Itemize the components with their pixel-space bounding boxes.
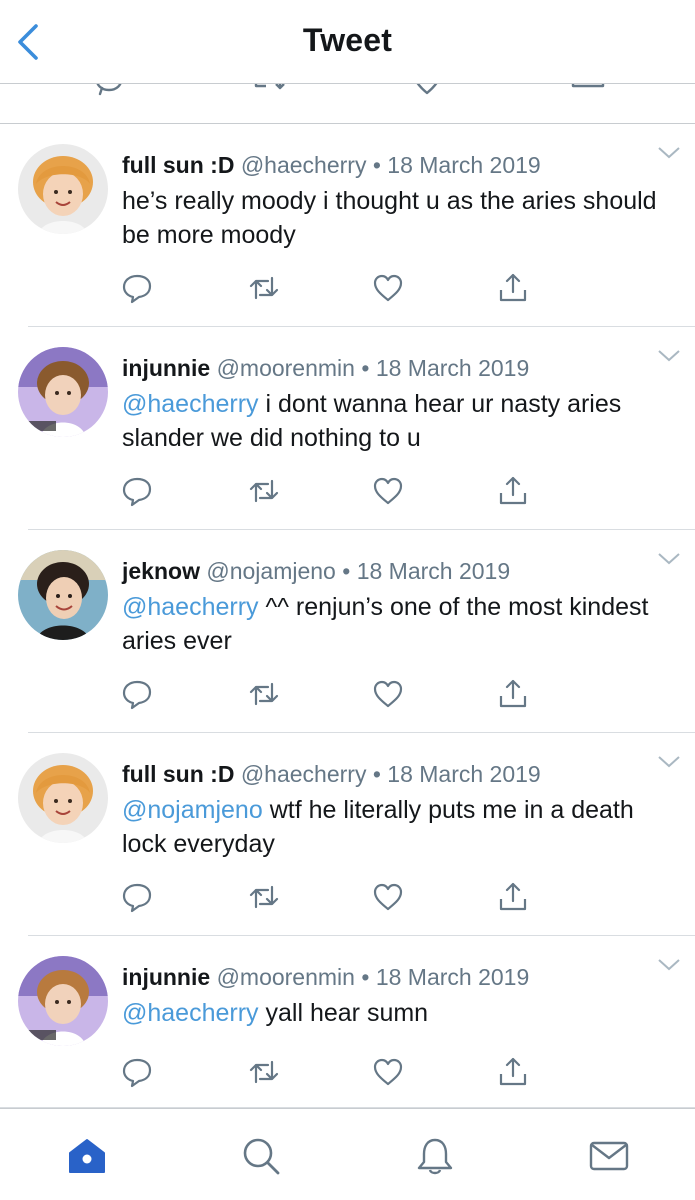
reply-icon[interactable]: [121, 1056, 153, 1088]
avatar-image: [18, 753, 108, 843]
search-icon[interactable]: [240, 1135, 282, 1177]
mention-link[interactable]: @haecherry: [122, 390, 259, 418]
username[interactable]: @moorenmin: [217, 964, 355, 990]
tweet[interactable]: jeknow @nojamjeno • 18 March 2019 @haech…: [0, 530, 695, 733]
chevron-down-icon[interactable]: [657, 755, 681, 769]
tweet[interactable]: injunnie @moorenmin • 18 March 2019 @hae…: [0, 936, 695, 1108]
tweet-header: full sun :D @haecherry • 18 March 2019: [122, 152, 541, 179]
tweet[interactable]: injunnie @moorenmin • 18 March 2019 @hae…: [0, 327, 695, 530]
reply-icon[interactable]: [121, 475, 153, 507]
separator-dot: •: [361, 964, 370, 990]
share-icon[interactable]: [497, 272, 529, 304]
username[interactable]: @haecherry: [241, 152, 367, 178]
tab-bar: [0, 1108, 695, 1200]
chevron-down-icon[interactable]: [657, 552, 681, 566]
retweet-icon[interactable]: [248, 678, 280, 710]
previous-tweet-actions: [0, 84, 695, 124]
separator-dot: •: [372, 761, 381, 787]
share-icon[interactable]: [497, 678, 529, 710]
tweet-date: 18 March 2019: [356, 558, 511, 584]
reply-icon[interactable]: [121, 272, 153, 304]
tweet-header: injunnie @moorenmin • 18 March 2019: [122, 964, 529, 991]
reply-icon[interactable]: [121, 678, 153, 710]
like-icon[interactable]: [410, 84, 444, 98]
tweet[interactable]: full sun :D @haecherry • 18 March 2019 @…: [0, 733, 695, 936]
home-icon[interactable]: [66, 1135, 108, 1177]
reply-icon[interactable]: [121, 881, 153, 913]
chevron-down-icon[interactable]: [657, 146, 681, 160]
tweet-body: yall hear sumn: [258, 999, 429, 1027]
avatar[interactable]: [18, 347, 108, 437]
tweet-body: he’s really moody i thought u as the ari…: [122, 187, 657, 249]
reply-icon[interactable]: [92, 84, 126, 100]
tweet-text: he’s really moody i thought u as the ari…: [122, 184, 667, 252]
username[interactable]: @nojamjeno: [206, 558, 335, 584]
page-title: Tweet: [302, 22, 393, 58]
avatar-image: [18, 347, 108, 437]
like-icon[interactable]: [372, 881, 404, 913]
share-icon[interactable]: [570, 84, 606, 98]
tweet[interactable]: full sun :D @haecherry • 18 March 2019 h…: [0, 124, 695, 327]
tweet-text: @haecherry ^^ renjun’s one of the most k…: [122, 590, 667, 658]
mention-link[interactable]: @haecherry: [122, 593, 259, 621]
tweet-date: 18 March 2019: [387, 152, 541, 178]
retweet-icon[interactable]: [252, 84, 290, 98]
like-icon[interactable]: [372, 475, 404, 507]
tweet-text: @haecherry i dont wanna hear ur nasty ar…: [122, 387, 667, 455]
username[interactable]: @moorenmin: [217, 355, 355, 381]
share-icon[interactable]: [497, 881, 529, 913]
mention-link[interactable]: @nojamjeno: [122, 796, 263, 824]
avatar-image: [18, 144, 108, 234]
tweet-header: injunnie @moorenmin • 18 March 2019: [122, 355, 529, 382]
tweet-date: 18 March 2019: [375, 964, 530, 990]
retweet-icon[interactable]: [248, 1056, 280, 1088]
mention-link[interactable]: @haecherry: [122, 999, 259, 1027]
tweet-text: @haecherry yall hear sumn: [122, 996, 667, 1030]
share-icon[interactable]: [497, 1056, 529, 1088]
avatar[interactable]: [18, 956, 108, 1046]
avatar[interactable]: [18, 144, 108, 234]
tweet-date: 18 March 2019: [387, 761, 541, 787]
retweet-icon[interactable]: [248, 881, 280, 913]
display-name[interactable]: full sun :D: [122, 761, 234, 787]
avatar-image: [18, 956, 108, 1046]
like-icon[interactable]: [372, 272, 404, 304]
like-icon[interactable]: [372, 1056, 404, 1088]
display-name[interactable]: full sun :D: [122, 152, 234, 178]
avatar[interactable]: [18, 550, 108, 640]
separator-dot: •: [361, 355, 370, 381]
display-name[interactable]: injunnie: [122, 355, 210, 381]
like-icon[interactable]: [372, 678, 404, 710]
share-icon[interactable]: [497, 475, 529, 507]
retweet-icon[interactable]: [248, 475, 280, 507]
retweet-icon[interactable]: [248, 272, 280, 304]
tweet-header: jeknow @nojamjeno • 18 March 2019: [122, 558, 510, 585]
display-name[interactable]: jeknow: [122, 558, 200, 584]
tweet-date: 18 March 2019: [375, 355, 530, 381]
avatar[interactable]: [18, 753, 108, 843]
separator-dot: •: [342, 558, 351, 584]
notifications-icon[interactable]: [414, 1135, 456, 1177]
nav-header: Tweet: [0, 0, 695, 84]
chevron-down-icon[interactable]: [657, 349, 681, 363]
tweet-header: full sun :D @haecherry • 18 March 2019: [122, 761, 541, 788]
avatar-image: [18, 550, 108, 640]
tweet-text: @nojamjeno wtf he literally puts me in a…: [122, 793, 667, 861]
username[interactable]: @haecherry: [241, 761, 367, 787]
messages-icon[interactable]: [588, 1135, 630, 1177]
chevron-down-icon[interactable]: [657, 958, 681, 972]
display-name[interactable]: injunnie: [122, 964, 210, 990]
separator-dot: •: [372, 152, 381, 178]
